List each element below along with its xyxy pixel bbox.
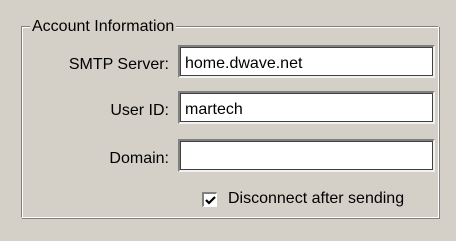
- disconnect-checkbox[interactable]: [202, 191, 217, 207]
- smtp-server-input[interactable]: [178, 45, 435, 78]
- group-title: Account Information: [30, 17, 177, 37]
- user-id-input[interactable]: [178, 91, 435, 124]
- disconnect-label: Disconnect after sending: [228, 190, 405, 207]
- domain-label: Domain:: [109, 150, 169, 167]
- checkmark-icon: [205, 195, 216, 205]
- disconnect-after-sending-option[interactable]: Disconnect after sending: [202, 189, 404, 209]
- user-id-label: User ID:: [110, 102, 169, 119]
- smtp-server-label: SMTP Server:: [68, 56, 169, 73]
- domain-input[interactable]: [178, 139, 435, 172]
